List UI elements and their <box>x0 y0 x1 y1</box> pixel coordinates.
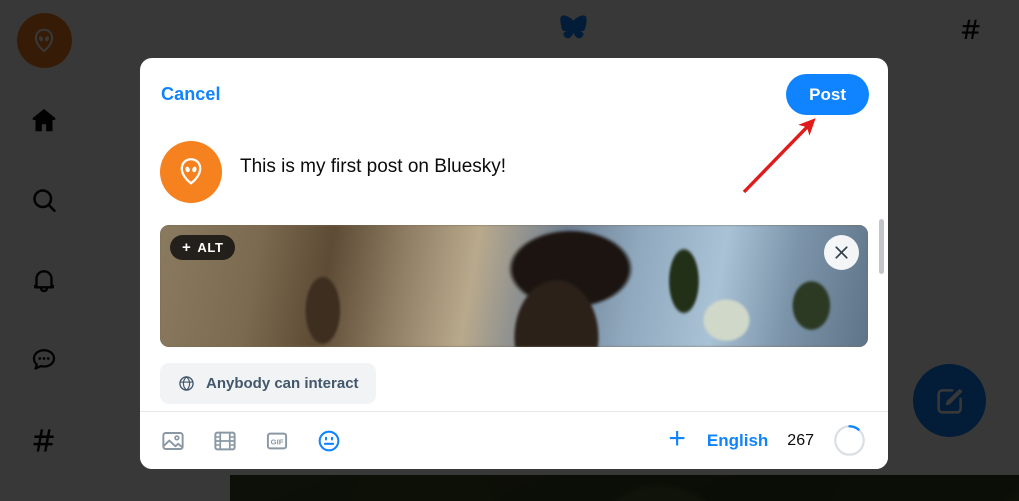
interaction-settings-label: Anybody can interact <box>206 375 359 392</box>
toolbar-left-group: GIF <box>160 428 342 454</box>
svg-text:GIF: GIF <box>271 437 284 446</box>
alien-avatar-icon <box>180 158 202 185</box>
remove-media-button[interactable] <box>824 235 859 270</box>
alt-label: ALT <box>197 240 224 255</box>
language-button[interactable]: English <box>707 431 768 451</box>
composer-scrollbar[interactable] <box>879 219 884 274</box>
post-text-input[interactable]: This is my first post on Bluesky! <box>240 154 506 180</box>
composer-body: This is my first post on Bluesky! + ALT <box>140 131 888 355</box>
image-icon <box>162 431 184 450</box>
close-icon <box>835 246 848 259</box>
media-preview[interactable]: + ALT <box>160 225 868 347</box>
media-preview-image <box>160 225 868 347</box>
modal-header: Cancel Post <box>140 58 888 131</box>
add-gif-button[interactable]: GIF <box>264 428 290 454</box>
add-more-button[interactable]: + <box>666 423 688 458</box>
alt-plus-label: + <box>182 239 192 256</box>
composer-avatar <box>160 141 222 203</box>
cancel-button[interactable]: Cancel <box>159 78 223 111</box>
post-button[interactable]: Post <box>786 74 869 115</box>
gif-icon: GIF <box>266 432 288 449</box>
video-icon <box>214 431 236 450</box>
composer-row: This is my first post on Bluesky! <box>140 131 888 213</box>
emoji-icon <box>318 430 340 451</box>
globe-icon <box>179 376 194 391</box>
add-video-button[interactable] <box>212 428 238 454</box>
interaction-settings-button[interactable]: Anybody can interact <box>160 363 376 404</box>
screen-root: Cancel Post This is my first post on Blu… <box>0 0 1019 501</box>
character-count: 267 <box>787 431 814 449</box>
compose-post-modal: Cancel Post This is my first post on Blu… <box>140 58 888 469</box>
interaction-settings-row: Anybody can interact <box>140 355 888 411</box>
toolbar-right-group: + English 267 <box>666 423 866 458</box>
add-emoji-button[interactable] <box>316 428 342 454</box>
add-image-button[interactable] <box>160 428 186 454</box>
add-alt-text-button[interactable]: + ALT <box>170 235 236 260</box>
composer-toolbar: GIF + English 267 <box>140 411 888 469</box>
character-progress-ring <box>834 425 865 456</box>
